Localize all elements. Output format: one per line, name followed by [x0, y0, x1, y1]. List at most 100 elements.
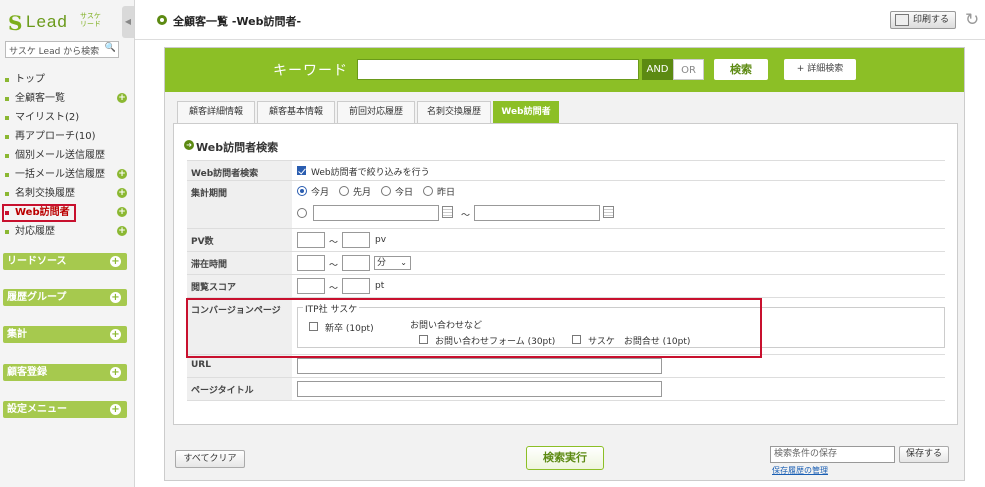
plus-icon[interactable]: +: [117, 93, 127, 103]
bullet-icon: [5, 97, 9, 101]
row-web-search: Web訪問者検索 Web訪問者で絞り込みを行う: [187, 160, 945, 181]
radio-yesterday[interactable]: [423, 186, 433, 196]
circle-arrow-icon: [157, 15, 167, 25]
date-to-input[interactable]: [474, 205, 600, 221]
highlight-box: [186, 298, 762, 358]
score-max-input[interactable]: [342, 278, 370, 294]
web-visitor-checkbox-label: Web訪問者で絞り込みを行う: [311, 168, 430, 178]
plus-icon[interactable]: +: [117, 226, 127, 236]
plus-icon[interactable]: +: [110, 256, 121, 267]
group-customer-register[interactable]: 顧客登録 +: [3, 364, 127, 381]
group-settings[interactable]: 設定メニュー +: [3, 401, 127, 418]
logo-text: Lead: [26, 12, 68, 31]
label-period: 集計期間: [187, 181, 292, 228]
plus-icon[interactable]: +: [110, 292, 121, 303]
row-page-title: ページタイトル: [187, 378, 945, 401]
refresh-icon[interactable]: ↻: [965, 10, 979, 30]
pv-max-input[interactable]: [342, 232, 370, 248]
sidebar-item-individual-mail[interactable]: 個別メール送信履歴: [0, 146, 135, 165]
sidebar-collapse-button[interactable]: ◀: [122, 6, 134, 38]
plus-icon[interactable]: +: [110, 404, 121, 415]
tab-previous-response[interactable]: 前回対応履歴: [337, 101, 415, 123]
radio-this-month[interactable]: [297, 186, 307, 196]
keyword-input[interactable]: [357, 59, 639, 80]
keyword-bar: キーワード AND OR 検索 + 詳細検索: [165, 48, 964, 92]
bullet-icon: [5, 173, 9, 177]
advanced-search-button[interactable]: + 詳細検索: [784, 59, 856, 80]
save-condition-input[interactable]: 検索条件の保存: [770, 446, 895, 463]
label-stay-time: 滞在時間: [187, 252, 292, 274]
radio-yesterday-label: 昨日: [437, 188, 456, 198]
stay-max-input[interactable]: [342, 255, 370, 271]
clear-all-button[interactable]: すべてクリア: [175, 450, 245, 468]
page-title: 全顧客一覧 -Web訪問者-: [173, 15, 302, 28]
logo[interactable]: S Lead サスケ リード ◀: [0, 0, 134, 40]
url-input[interactable]: [297, 358, 662, 374]
plus-icon[interactable]: +: [117, 188, 127, 198]
label-page-title: ページタイトル: [187, 378, 292, 400]
sidebar-item-bulk-mail[interactable]: 一括メール送信履歴 +: [0, 165, 135, 184]
pv-min-input[interactable]: [297, 232, 325, 248]
group-history-group[interactable]: 履歴グループ +: [3, 289, 127, 306]
plus-icon[interactable]: +: [110, 367, 121, 378]
tab-customer-basic[interactable]: 顧客基本情報: [257, 101, 335, 123]
stay-min-input[interactable]: [297, 255, 325, 271]
sidebar-item-top[interactable]: トップ: [0, 70, 135, 89]
sidebar-item-all-customers[interactable]: 全顧客一覧 +: [0, 89, 135, 108]
pv-unit: pv: [375, 235, 387, 245]
tab-card-exchange[interactable]: 名刺交換履歴: [417, 101, 491, 123]
score-value: ～ pt: [297, 275, 945, 297]
group-lead-source[interactable]: リードソース +: [3, 253, 127, 270]
and-toggle[interactable]: AND: [642, 59, 673, 80]
sidebar-item-mylist[interactable]: マイリスト(2): [0, 108, 135, 127]
plus-icon[interactable]: +: [110, 329, 121, 340]
sidebar-item-web-visitors[interactable]: Web訪問者 +: [0, 203, 135, 222]
bullet-icon: [5, 192, 9, 196]
plus-icon[interactable]: +: [117, 169, 127, 179]
sidebar-search-input[interactable]: サスケ Lead から検索 🔍: [5, 41, 119, 58]
plus-icon[interactable]: +: [117, 207, 127, 217]
sidebar-item-response-history[interactable]: 対応履歴 +: [0, 222, 135, 241]
web-search-value: Web訪問者で絞り込みを行う: [297, 161, 945, 180]
score-min-input[interactable]: [297, 278, 325, 294]
score-unit: pt: [375, 281, 385, 291]
calendar-icon[interactable]: [603, 206, 614, 218]
tab-customer-detail[interactable]: 顧客詳細情報: [177, 101, 255, 123]
url-value: [297, 355, 945, 377]
label-web-search: Web訪問者検索: [187, 161, 292, 180]
stay-unit-select[interactable]: 分 ⌄: [374, 256, 411, 270]
save-history-link[interactable]: 保存履歴の管理: [772, 465, 828, 476]
calendar-icon[interactable]: [442, 206, 453, 218]
date-from-input[interactable]: [313, 205, 439, 221]
page-title-input[interactable]: [297, 381, 662, 397]
row-url: URL: [187, 355, 945, 378]
tab-content: ➜ Web訪問者検索 Web訪問者検索 Web訪問者で絞り込みを行う 集計期間 …: [173, 123, 958, 425]
footer: すべてクリア 検索実行 検索条件の保存 保存する 保存履歴の管理: [165, 436, 964, 480]
sidebar-item-card-exchange[interactable]: 名刺交換履歴 +: [0, 184, 135, 203]
save-button[interactable]: 保存する: [899, 446, 949, 463]
sidebar-item-reapproach[interactable]: 再アプローチ(10): [0, 127, 135, 146]
tab-web-visitors[interactable]: Web訪問者: [493, 101, 559, 123]
web-visitor-checkbox[interactable]: [297, 166, 306, 175]
keyword-label: キーワード: [273, 63, 348, 79]
keyword-search-button[interactable]: 検索: [714, 59, 768, 80]
range-tilde: ～: [461, 211, 471, 221]
section-title: Web訪問者検索: [196, 141, 279, 154]
radio-custom-range[interactable]: [297, 208, 307, 218]
arrow-right-icon: ➜: [184, 140, 194, 150]
search-icon[interactable]: 🔍: [105, 43, 116, 53]
bullet-icon: [5, 154, 9, 158]
row-period: 集計期間 今月 先月 今日 昨日 ～: [187, 181, 945, 229]
execute-search-button[interactable]: 検索実行: [526, 446, 604, 470]
stay-value: ～ 分 ⌄: [297, 252, 945, 274]
bullet-icon: [5, 211, 9, 215]
print-button[interactable]: 印刷する: [890, 11, 956, 29]
header: 全顧客一覧 -Web訪問者- 印刷する ↻: [135, 0, 985, 40]
group-aggregate[interactable]: 集計 +: [3, 326, 127, 343]
period-value: 今月 先月 今日 昨日 ～: [297, 181, 945, 228]
row-stay-time: 滞在時間 ～ 分 ⌄: [187, 252, 945, 275]
or-toggle[interactable]: OR: [673, 59, 704, 80]
radio-last-month[interactable]: [339, 186, 349, 196]
label-url: URL: [187, 355, 292, 377]
radio-today[interactable]: [381, 186, 391, 196]
